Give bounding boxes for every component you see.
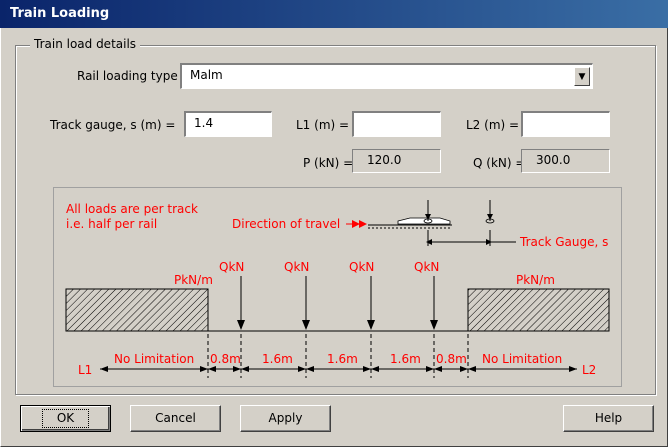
dim-0-8-left: 0.8m xyxy=(210,352,241,366)
loading-diagram: All loads are per track i.e. half per ra… xyxy=(53,187,622,387)
l2-label: L2 (m) = xyxy=(466,118,520,132)
direction-arrow-icon xyxy=(346,220,367,228)
chevron-down-icon[interactable]: ▼ xyxy=(574,67,590,86)
track-gauge-label: Track Gauge, s xyxy=(519,235,608,249)
svg-text:QkN: QkN xyxy=(284,260,309,274)
udl-left-block xyxy=(65,288,209,332)
help-button[interactable]: Help xyxy=(563,405,654,432)
l1-input[interactable] xyxy=(352,111,441,137)
udl-right-block xyxy=(467,288,610,332)
cancel-button[interactable]: Cancel xyxy=(130,405,221,432)
l2-input[interactable] xyxy=(521,111,610,137)
p-label: P (kN) = xyxy=(303,156,354,170)
udl-left-label: PkN/m xyxy=(174,273,213,287)
l1-marker: L1 xyxy=(78,363,92,377)
dim-left-unlimited: No Limitation xyxy=(114,352,194,366)
gauge-label: Track gauge, s (m) = xyxy=(50,118,176,132)
dim-0-8-right: 0.8m xyxy=(436,352,467,366)
wagon-icon xyxy=(368,200,516,246)
per-rail-note: i.e. half per rail xyxy=(66,217,157,231)
rail-type-select[interactable]: Malm ▼ xyxy=(180,63,593,89)
point-load-2: QkN xyxy=(284,260,310,330)
title-bar: Train Loading xyxy=(0,0,668,28)
dim-1-6-b: 1.6m xyxy=(327,352,358,366)
per-track-note: All loads are per track xyxy=(66,202,198,216)
q-label: Q (kN) = xyxy=(473,156,526,170)
rail-type-value: Malm xyxy=(190,68,223,82)
svg-text:QkN: QkN xyxy=(414,260,439,274)
svg-text:QkN: QkN xyxy=(349,260,374,274)
p-value: 120.0 xyxy=(352,149,441,173)
point-load-4: QkN xyxy=(414,260,439,330)
l2-marker: L2 xyxy=(582,363,596,377)
dim-1-6-c: 1.6m xyxy=(390,352,421,366)
direction-label: Direction of travel xyxy=(232,217,340,231)
l1-label: L1 (m) = xyxy=(296,118,350,132)
dim-1-6-a: 1.6m xyxy=(262,352,293,366)
gauge-input[interactable]: 1.4 xyxy=(184,111,272,137)
q-value: 300.0 xyxy=(521,149,610,173)
rail-type-label: Rail loading type xyxy=(77,69,178,83)
point-load-1: QkN xyxy=(219,260,245,330)
svg-text:QkN: QkN xyxy=(219,260,244,274)
window-title: Train Loading xyxy=(10,6,110,21)
apply-button[interactable]: Apply xyxy=(240,405,331,432)
dim-right-unlimited: No Limitation xyxy=(482,352,562,366)
point-load-3: QkN xyxy=(349,260,375,330)
group-legend: Train load details xyxy=(30,37,141,51)
ok-button[interactable]: OK xyxy=(20,405,111,432)
udl-right-label: PkN/m xyxy=(516,273,555,287)
